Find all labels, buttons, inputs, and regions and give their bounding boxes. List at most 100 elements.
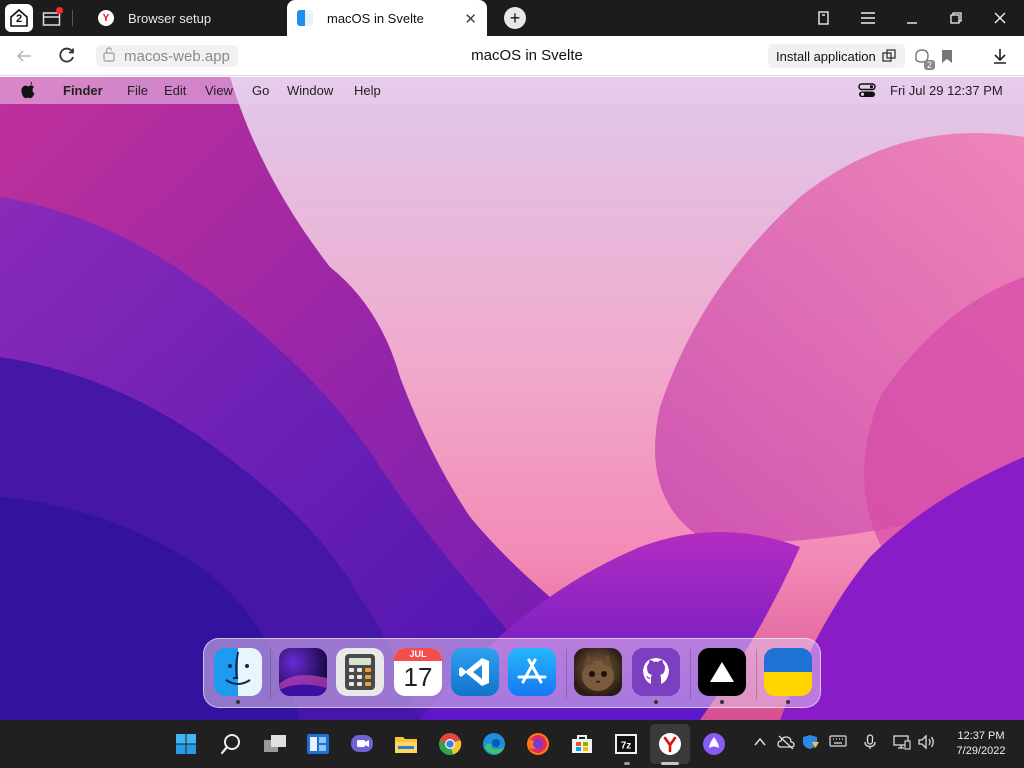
menubar-clock[interactable]: Fri Jul 29 12:37 PM [890,83,1003,98]
menu-button[interactable] [846,0,890,36]
tab-label: Browser setup [128,10,212,26]
menu-go[interactable]: Go [252,83,269,98]
dock-separator [690,649,691,699]
macos-dock: JUL 17 [203,638,821,708]
search-icon[interactable] [219,732,243,756]
7zip-icon[interactable]: 7z [614,732,638,756]
install-label: Install application [776,48,876,64]
minimize-button[interactable] [890,0,934,36]
bookmark-icon [942,49,952,63]
collections-button[interactable] [802,0,846,36]
collections-icon [818,11,829,25]
file-explorer-icon[interactable] [394,732,418,756]
bookmark-button[interactable] [935,44,959,68]
volume-icon[interactable] [918,734,936,755]
alice-assistant-icon[interactable] [702,732,726,756]
home-tabs-button[interactable]: 2 [5,4,33,32]
vscode-icon[interactable] [451,648,499,696]
microsoft-store-icon[interactable] [570,732,594,756]
taskbar-clock[interactable]: 12:37 PM 7/29/2022 [946,729,1016,759]
reload-icon [59,47,74,63]
wallpapers-icon[interactable] [279,648,327,696]
tab-label: macOS in Svelte [327,10,424,26]
running-indicator [786,700,790,704]
install-app-icon [882,49,896,62]
download-icon [994,49,1006,64]
extensions-button[interactable]: 2 [910,44,935,70]
extensions-badge: 2 [923,60,935,70]
restore-button[interactable] [934,0,978,36]
cloud-sync-icon[interactable] [777,734,795,755]
ukraine-flag-icon[interactable] [764,648,812,696]
yandex-icon: Y [98,10,114,26]
reload-button[interactable] [53,42,81,70]
defender-shield-icon[interactable] [802,734,820,755]
calendar-month: JUL [394,648,442,661]
calendar-icon[interactable]: JUL 17 [394,648,442,696]
taskbar-date: 7/29/2022 [956,745,1006,757]
apple-logo-icon[interactable] [20,82,36,99]
app-store-icon[interactable] [508,648,556,696]
close-tab-icon[interactable]: ✕ [464,10,477,28]
macos-menubar: Finder File Edit View Go Window Help Fri… [0,77,1024,104]
menu-app-name[interactable]: Finder [63,83,103,98]
finder-icon [297,10,313,26]
task-view-icon[interactable] [263,732,287,756]
chrome-icon[interactable] [438,732,462,756]
downloads-button[interactable] [988,44,1012,68]
hamburger-icon [861,12,875,24]
plus-icon: + [509,8,521,28]
running-indicator [236,700,240,704]
show-hidden-icons-chevron-icon[interactable] [753,734,767,755]
finder-icon[interactable] [214,648,262,696]
address-bar: macos-web.app macOS in Svelte Install ap… [0,36,1024,76]
back-arrow-icon [16,50,31,62]
keyboard-icon[interactable] [829,734,847,753]
dock-separator [566,649,567,699]
calendar-day: 17 [403,662,433,692]
control-center-icon[interactable] [858,83,876,98]
browser-tab-strip: 2 Y Browser setup macOS in Svelte ✕ + [0,0,1024,36]
dock-separator [756,649,757,699]
url-field[interactable]: macos-web.app [96,45,238,67]
back-button[interactable] [10,42,38,70]
windows-start-icon[interactable] [174,732,198,756]
restore-icon [950,12,962,24]
running-indicator [720,700,724,704]
svg-text:7z: 7z [621,741,632,752]
close-window-button[interactable] [978,0,1022,36]
menu-window[interactable]: Window [287,83,333,98]
menu-help[interactable]: Help [354,83,381,98]
running-indicator [624,762,630,765]
microphone-icon[interactable] [863,734,877,755]
new-window-button[interactable] [38,4,66,32]
taskbar-time: 12:37 PM [957,730,1005,742]
menu-edit[interactable]: Edit [164,83,186,98]
home-count: 2 [16,13,23,25]
edge-icon[interactable] [482,732,506,756]
tab-separator [72,10,73,26]
tab-macos-in-svelte[interactable]: macOS in Svelte ✕ [287,0,487,36]
menu-view[interactable]: View [205,83,233,98]
install-application-button[interactable]: Install application [768,44,905,68]
network-icon[interactable] [893,734,911,755]
macos-desktop: Finder File Edit View Go Window Help Fri… [0,77,1024,720]
close-icon [994,12,1006,24]
vercel-icon[interactable] [698,648,746,696]
page-title: macOS in Svelte [471,47,583,64]
firefox-icon[interactable] [526,732,550,756]
teams-chat-icon[interactable] [350,732,374,756]
cat-photo-icon[interactable] [574,648,622,696]
yandex-browser-icon[interactable] [658,732,682,756]
new-tab-button[interactable]: + [504,7,526,29]
tab-browser-setup[interactable]: Y Browser setup [88,0,288,36]
github-icon[interactable] [632,648,680,696]
active-app-indicator [661,762,679,765]
monterey-wallpaper [0,77,1024,720]
widgets-icon[interactable] [306,732,330,756]
lock-icon [102,46,120,66]
url-text: macos-web.app [124,47,230,65]
menu-file[interactable]: File [127,83,148,98]
minimize-icon [907,22,917,24]
calculator-icon[interactable] [336,648,384,696]
